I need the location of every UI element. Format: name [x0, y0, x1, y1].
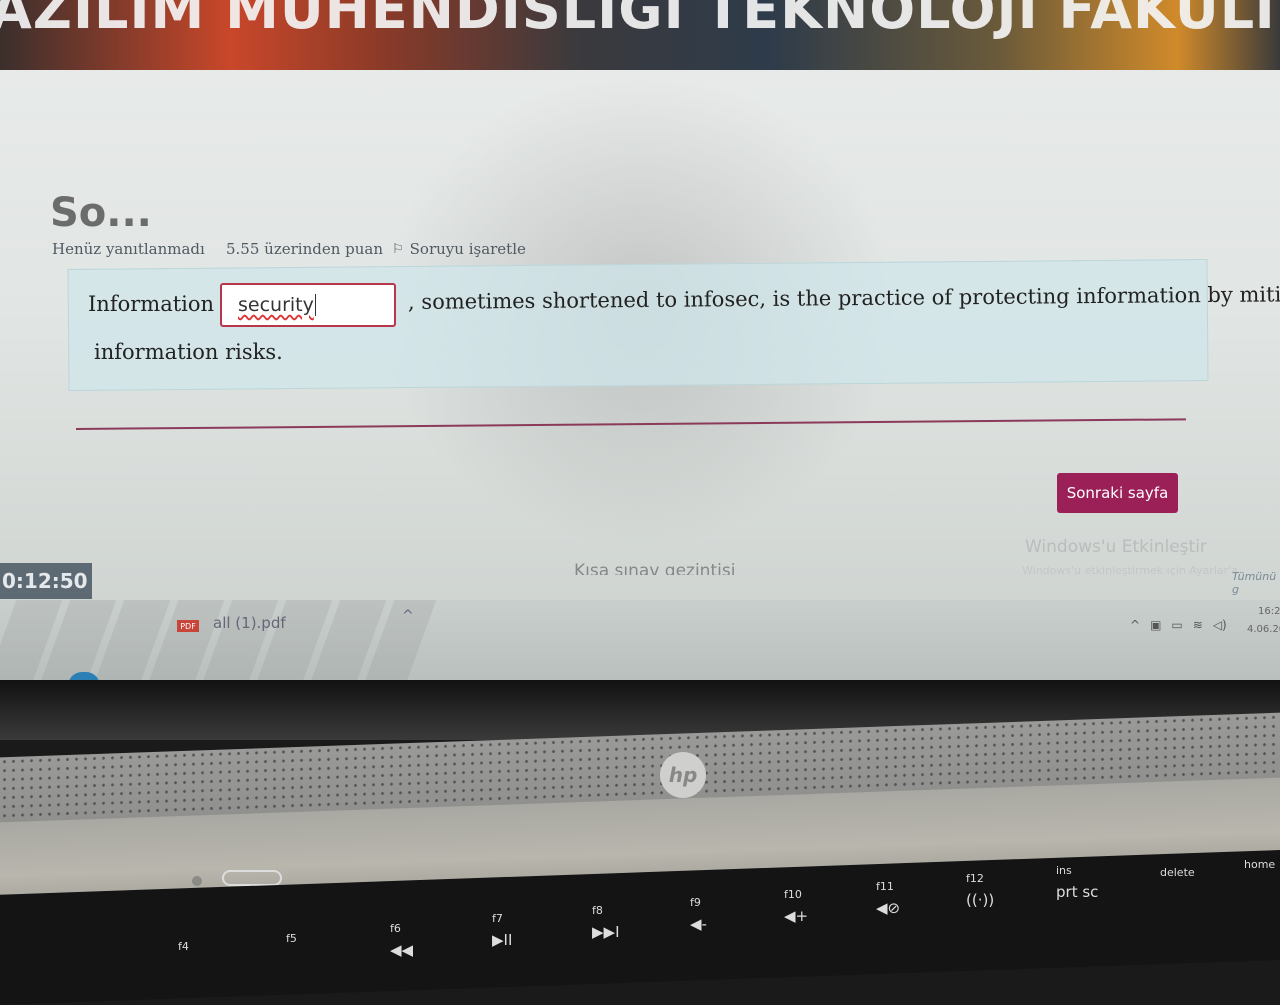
- battery-icon[interactable]: ▭: [1171, 618, 1182, 632]
- key-f5[interactable]: f5: [286, 932, 297, 945]
- answer-value: security: [238, 294, 314, 316]
- quiz-timer: 0:12:50: [0, 563, 92, 599]
- question-status: Henüz yanıtlanmadı: [52, 240, 205, 258]
- hp-logo: hp: [660, 752, 706, 798]
- windows-activation-title: Windows'u Etkinleştir: [1025, 537, 1207, 557]
- flag-icon: ⚐: [392, 241, 404, 257]
- network-icon[interactable]: ▣: [1150, 618, 1161, 632]
- key-delete[interactable]: delete: [1160, 866, 1195, 879]
- next-page-button[interactable]: Sonraki sayfa: [1057, 473, 1178, 513]
- question-text-line2: information risks.: [94, 340, 283, 364]
- show-all-link[interactable]: Tümünü g: [1232, 570, 1280, 596]
- question-heading: So...: [50, 190, 152, 236]
- key-f9[interactable]: f9 ◀-: [690, 896, 707, 933]
- banner-title: AZILIM MÜHENDİSLİĞİ TEKNOLOJİ FAKÜLTESİ: [0, 0, 1280, 41]
- key-f7[interactable]: f7 ▶II: [492, 912, 512, 949]
- clock-date[interactable]: 4.06.20: [1247, 624, 1280, 635]
- text-caret: [314, 294, 316, 316]
- quiz-navigation-heading: Kısa sınav gezintisi: [574, 561, 736, 575]
- question-points: 5.55 üzerinden puan: [226, 240, 384, 258]
- flag-question-link[interactable]: ⚐ Soruyu işaretle: [392, 240, 526, 258]
- site-banner: AZILIM MÜHENDİSLİĞİ TEKNOLOJİ FAKÜLTESİ: [0, 0, 1280, 70]
- key-f8[interactable]: f8 ▶▶I: [592, 904, 620, 941]
- key-f10[interactable]: f10 ◀+: [784, 888, 808, 925]
- status-led: [192, 876, 202, 886]
- clock-time[interactable]: 16:2: [1258, 606, 1280, 617]
- key-f12[interactable]: f12 ((·)): [966, 872, 994, 909]
- chevron-up-icon[interactable]: ^: [1130, 618, 1140, 632]
- key-home[interactable]: home: [1244, 858, 1275, 871]
- question-text-before: Information: [88, 292, 215, 316]
- key-f11[interactable]: f11 ◀⊘: [876, 880, 900, 917]
- system-tray: ^ ▣ ▭ ≋ ◁): [1130, 618, 1227, 632]
- volume-icon[interactable]: ◁): [1213, 618, 1227, 632]
- flag-label: Soruyu işaretle: [409, 240, 526, 258]
- power-indicator: [222, 870, 282, 886]
- download-item[interactable]: all (1).pdf: [213, 614, 286, 632]
- answer-input[interactable]: security: [220, 283, 396, 327]
- key-f4[interactable]: f4: [178, 940, 189, 953]
- pdf-icon: PDF: [177, 620, 199, 632]
- wifi-icon[interactable]: ≋: [1193, 618, 1203, 632]
- key-f6[interactable]: f6 ◀◀: [390, 922, 413, 959]
- chevron-up-icon[interactable]: ^: [402, 608, 414, 624]
- windows-activation-subtitle: Windows'u etkinleştirmek için Ayarlar'a: [1022, 564, 1238, 577]
- key-insert[interactable]: ins prt sc: [1056, 864, 1098, 901]
- laptop-screen: AZILIM MÜHENDİSLİĞİ TEKNOLOJİ FAKÜLTESİ …: [0, 0, 1280, 690]
